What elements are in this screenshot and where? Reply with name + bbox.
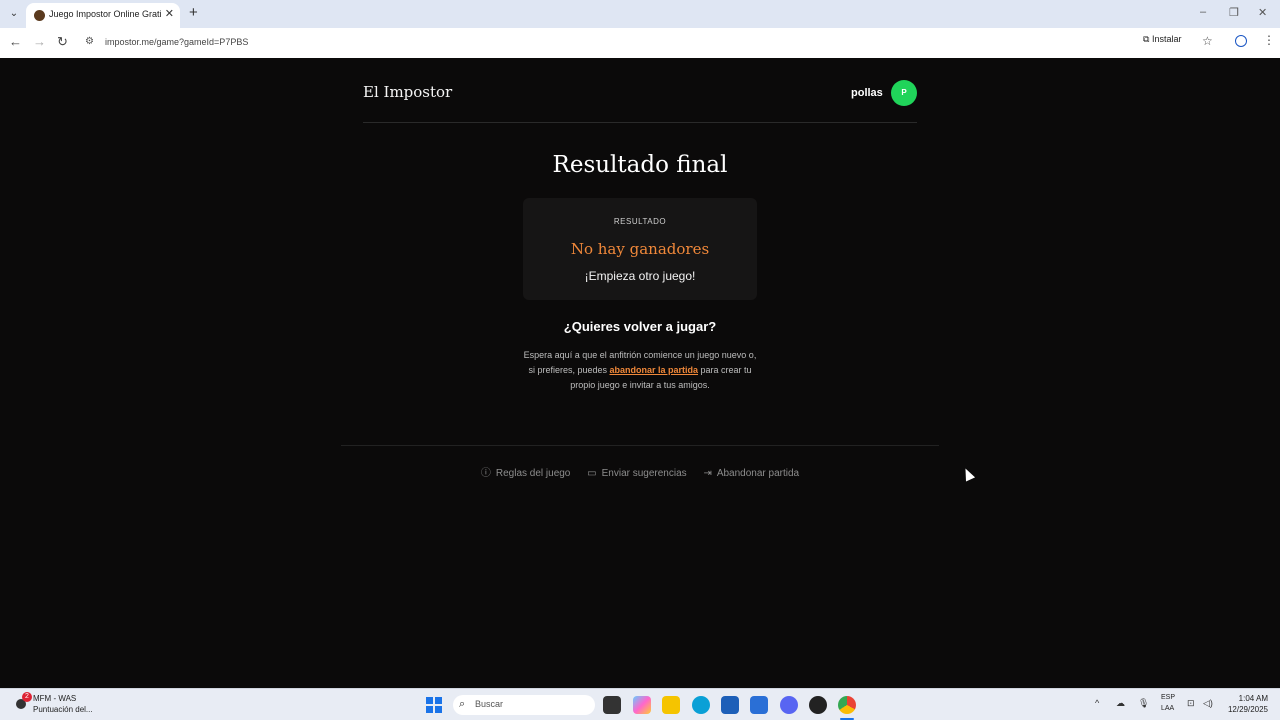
store-icon[interactable] <box>721 696 739 714</box>
header-divider <box>363 122 917 123</box>
game-page: El Impostor pollas P Resultado final RES… <box>0 58 1280 688</box>
edge-icon[interactable] <box>692 696 710 714</box>
task-view-icon[interactable] <box>603 696 621 714</box>
install-icon: ⧉ <box>1143 34 1152 44</box>
rules-link[interactable]: ⓘ Reglas del juego <box>481 468 571 479</box>
result-label: RESULTADO <box>613 217 667 226</box>
result-subtitle: ¡Empieza otro juego! <box>584 269 696 283</box>
widget-subtitle[interactable]: Puntuación del... <box>33 705 93 714</box>
minimize-icon[interactable]: – <box>1200 6 1206 18</box>
replay-text: Espera aquí a que el anfitrión comience … <box>523 350 757 390</box>
widget-title[interactable]: MFM - WAS <box>33 694 76 703</box>
tab-close-icon[interactable]: ✕ <box>165 7 174 20</box>
keyboard-layout[interactable]: LAA <box>1161 705 1174 712</box>
tray-cloud-icon[interactable]: ☁ <box>1116 698 1125 709</box>
address-bar[interactable]: ⚙ impostor.me/game?gameId=P7PBS <box>80 31 1225 55</box>
clock-time[interactable]: 1:04 AM <box>1226 694 1268 703</box>
tray-chevron-icon[interactable]: ^ <box>1095 698 1099 708</box>
maximize-icon[interactable]: ❐ <box>1229 6 1239 19</box>
volume-icon[interactable]: ◁) <box>1203 698 1213 709</box>
page-title: Resultado final <box>552 152 728 178</box>
site-favicon-icon <box>34 10 45 21</box>
footer-links: ⓘ Reglas del juego ▭ Enviar sugerencias ⇥ A… <box>0 464 1280 479</box>
language-code[interactable]: ESP <box>1161 694 1175 701</box>
username: pollas <box>851 87 883 99</box>
clock-date[interactable]: 12/29/2025 <box>1216 705 1268 714</box>
close-window-icon[interactable]: ✕ <box>1258 6 1267 19</box>
outlook-icon[interactable] <box>750 696 768 714</box>
browser-tab-active[interactable]: Juego Impostor Online Gratis - ✕ <box>26 3 180 28</box>
tray-mic-icon[interactable]: 🎙 <box>1138 698 1149 709</box>
start-button-windows-icon[interactable] <box>426 697 442 713</box>
taskbar-search[interactable]: ⌕ Buscar <box>453 695 595 715</box>
avatar[interactable]: P <box>891 80 917 106</box>
reload-icon[interactable]: ↻ <box>57 34 68 50</box>
winner-text: No hay ganadores <box>570 240 710 258</box>
footer-divider <box>341 445 939 446</box>
notification-badge: 2 <box>22 692 32 702</box>
menu-icon[interactable]: ⋮ <box>1263 33 1275 47</box>
app-icon[interactable] <box>809 696 827 714</box>
feedback-link[interactable]: ▭ Enviar sugerencias <box>587 468 687 479</box>
result-card: RESULTADO No hay ganadores ¡Empieza otro… <box>523 198 757 300</box>
chrome-icon[interactable] <box>838 696 856 714</box>
tab-title: Juego Impostor Online Gratis - <box>49 9 161 19</box>
message-icon: ▭ <box>587 468 597 479</box>
forward-icon[interactable]: → <box>33 34 46 49</box>
browser-tab-bar: ⌄ Juego Impostor Online Gratis - ✕ + – ❐… <box>0 0 1280 28</box>
network-icon[interactable]: ⊡ <box>1187 698 1195 709</box>
site-info-icon[interactable]: ⚙ <box>85 36 94 47</box>
search-icon: ⌕ <box>459 698 466 710</box>
copilot-icon[interactable] <box>633 696 651 714</box>
browser-toolbar: ← → ↻ ⚙ impostor.me/game?gameId=P7PBS <box>0 28 1280 58</box>
info-icon: ⓘ <box>480 468 491 479</box>
back-icon[interactable]: ← <box>9 34 22 49</box>
file-explorer-icon[interactable] <box>662 696 680 714</box>
discord-icon[interactable] <box>780 696 798 714</box>
install-app-button[interactable]: ⧉ Instalar <box>1143 34 1181 45</box>
bookmark-star-icon[interactable]: ☆ <box>1202 34 1213 48</box>
tab-search-icon[interactable]: ⌄ <box>6 6 22 22</box>
exit-icon: ⇥ <box>703 468 712 479</box>
site-logo[interactable]: El Impostor <box>363 83 452 101</box>
windows-taskbar: 2 MFM - WAS Puntuación del... ⌕ Buscar ^… <box>0 688 1280 720</box>
profile-icon[interactable] <box>1235 35 1247 47</box>
leave-game-link[interactable]: abandonar la partida <box>609 365 698 375</box>
search-placeholder: Buscar <box>475 699 504 709</box>
url-text[interactable]: impostor.me/game?gameId=P7PBS <box>105 37 248 47</box>
leave-game-footer-link[interactable]: ⇥ Abandonar partida <box>703 468 799 479</box>
new-tab-icon[interactable]: + <box>189 4 198 21</box>
replay-title: ¿Quieres volver a jugar? <box>563 319 717 334</box>
